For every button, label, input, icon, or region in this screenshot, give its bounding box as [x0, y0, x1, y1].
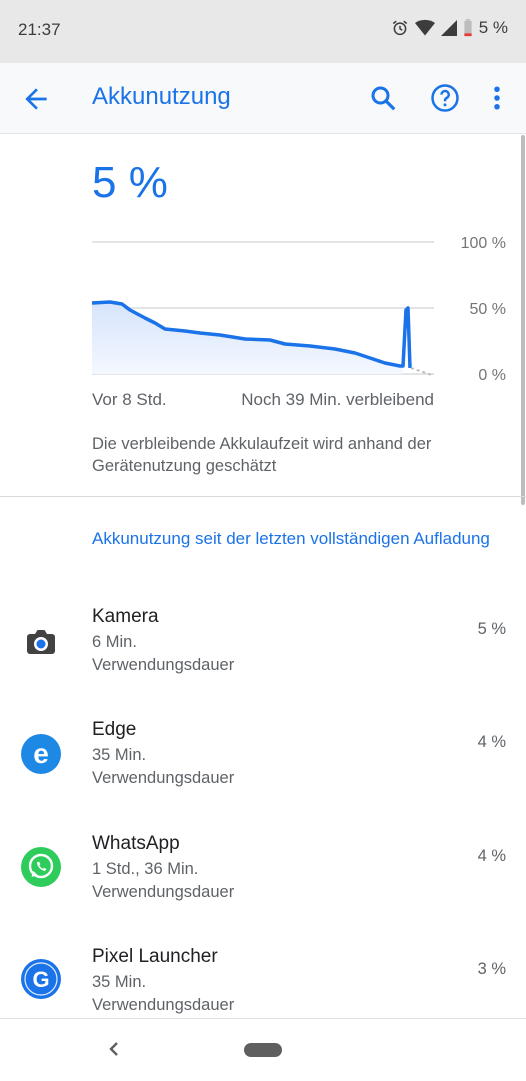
y-label-0: 0 %	[478, 367, 506, 384]
y-label-50: 50 %	[470, 301, 506, 318]
app-usage-label: Verwendungsdauer	[92, 883, 235, 901]
app-usage-time: 1 Std., 36 Min.	[92, 860, 199, 878]
app-usage-label: Verwendungsdauer	[92, 996, 235, 1014]
scrollbar[interactable]	[521, 135, 525, 505]
app-battery-percent: 3 %	[477, 960, 506, 978]
estimate-note: Die verbleibende Akkulaufzeit wird anhan…	[92, 435, 432, 475]
app-battery-percent: 4 %	[477, 733, 506, 751]
back-arrow-icon[interactable]	[20, 83, 52, 115]
app-name: Kamera	[92, 606, 159, 627]
home-pill[interactable]	[244, 1043, 282, 1057]
wifi-icon	[414, 19, 435, 36]
list-item-kamera[interactable]: Kamera 6 Min. Verwendungsdauer 5 %	[0, 606, 526, 706]
whatsapp-icon	[21, 847, 61, 887]
nav-back-icon[interactable]	[104, 1037, 124, 1061]
app-usage-label: Verwendungsdauer	[92, 656, 235, 674]
section-title: Akkunutzung seit der letzten vollständig…	[92, 529, 490, 548]
app-bar: Akkunutzung	[0, 63, 526, 134]
cell-signal-icon	[440, 20, 457, 36]
app-name: WhatsApp	[92, 833, 180, 854]
divider	[0, 496, 526, 497]
svg-text:e: e	[33, 738, 49, 769]
edge-icon: e	[21, 734, 61, 774]
google-icon: G	[21, 959, 61, 999]
more-options-icon[interactable]	[486, 83, 508, 113]
chart-time-start: Vor 8 Std.	[92, 390, 167, 409]
app-usage-time: 35 Min.	[92, 746, 147, 764]
status-icons: 5 %	[391, 18, 508, 38]
app-usage-label: Verwendungsdauer	[92, 769, 235, 787]
app-name: Pixel Launcher	[92, 946, 218, 967]
app-usage-time: 6 Min.	[92, 633, 137, 651]
app-usage-time: 35 Min.	[92, 973, 147, 991]
y-label-100: 100 %	[461, 235, 506, 252]
help-icon[interactable]	[430, 83, 460, 113]
status-bar: 21:37 5 %	[0, 0, 526, 63]
chart-time-remaining: Noch 39 Min. verbleibend	[241, 390, 434, 409]
page-title: Akkunutzung	[92, 83, 231, 110]
app-battery-percent: 4 %	[477, 847, 506, 865]
navigation-bar	[0, 1018, 526, 1081]
svg-text:G: G	[32, 967, 49, 992]
alarm-icon	[392, 20, 407, 36]
battery-chart: 100 % 50 % 0 %	[91, 235, 506, 384]
app-battery-percent: 5 %	[477, 620, 506, 638]
app-name: Edge	[92, 719, 137, 740]
list-item-edge[interactable]: e Edge 35 Min. Verwendungsdauer 4 %	[0, 719, 526, 819]
battery-level: 5 %	[92, 158, 168, 207]
status-time: 21:37	[18, 20, 61, 39]
camera-icon	[27, 630, 55, 654]
search-icon[interactable]	[368, 83, 398, 113]
battery-low-icon	[464, 19, 472, 37]
list-item-whatsapp[interactable]: WhatsApp 1 Std., 36 Min. Verwendungsdaue…	[0, 833, 526, 933]
battery-percent-text: 5 %	[478, 18, 508, 37]
